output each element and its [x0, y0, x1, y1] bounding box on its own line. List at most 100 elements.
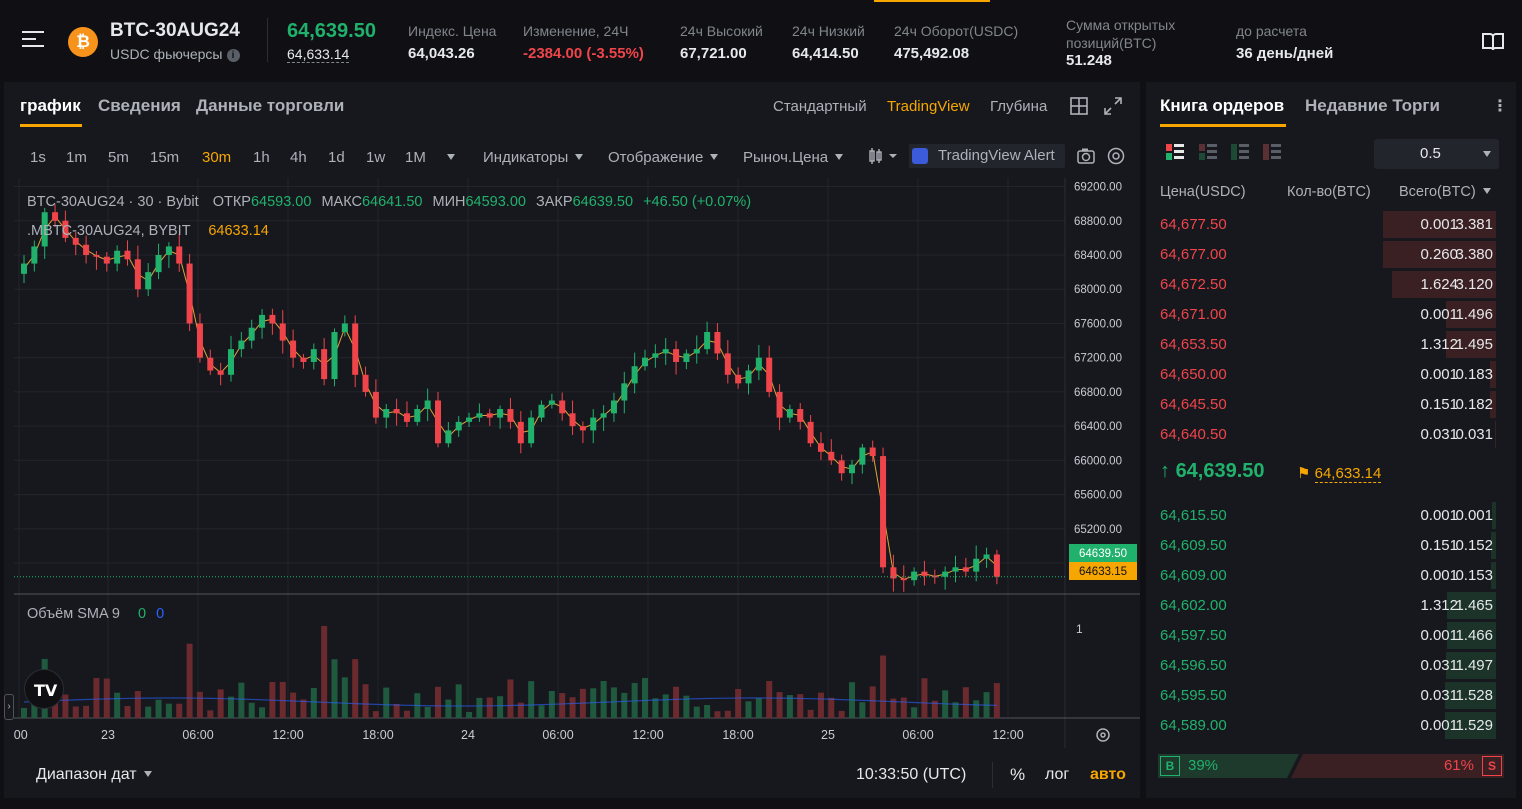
timeframe-15m[interactable]: 15m: [150, 149, 179, 166]
timeframe-5m[interactable]: 5m: [108, 149, 129, 166]
candle-body: [693, 349, 700, 354]
volume-bar: [321, 625, 328, 718]
bid-price: 64,609.00: [1160, 567, 1227, 584]
tab-chart[interactable]: график: [20, 96, 81, 116]
tradingview-alert-button[interactable]: TradingView Alert: [909, 144, 1065, 168]
candle-body: [590, 417, 597, 431]
book-icon[interactable]: [1481, 31, 1505, 56]
bid-row[interactable]: 64,595.50 0.031 1.528: [1146, 681, 1516, 711]
date-range-dropdown[interactable]: Диапазон дат: [36, 766, 152, 784]
volume-bar: [652, 698, 659, 718]
volume-bar: [662, 694, 669, 718]
bid-row[interactable]: 64,597.50 0.001 1.466: [1146, 621, 1516, 651]
volume-bar: [735, 688, 742, 718]
timeframe-1s[interactable]: 1s: [30, 149, 46, 166]
accent-line: [874, 0, 990, 2]
ask-row[interactable]: 64,645.50 0.151 0.182: [1146, 390, 1516, 420]
candle-body: [797, 409, 804, 422]
ask-row[interactable]: 64,653.50 1.312 1.495: [1146, 330, 1516, 360]
view-standard[interactable]: Стандартный: [773, 98, 867, 115]
indicators-dropdown[interactable]: Индикаторы: [483, 149, 583, 166]
volume-bar: [993, 683, 1000, 718]
volume-bar: [300, 699, 307, 718]
timeframe-1d[interactable]: 1d: [328, 149, 345, 166]
orderbook-mark-price-value: 64,633.14: [1314, 465, 1382, 483]
book-view-bids-icon[interactable]: [1231, 144, 1249, 163]
book-view-split-icon[interactable]: [1199, 144, 1217, 163]
tab-order-book[interactable]: Книга ордеров: [1160, 96, 1284, 116]
col-price-header: Цена(USDC): [1160, 184, 1246, 200]
legend-high-label: МАКС: [321, 194, 362, 210]
grid-layout-icon[interactable]: [1070, 97, 1088, 118]
collapse-toggle-icon[interactable]: ›: [4, 694, 14, 720]
gear-icon[interactable]: [1096, 728, 1110, 742]
tradingview-logo[interactable]: 𝗧𝗩: [24, 669, 64, 709]
ask-row[interactable]: 64,672.50 1.624 3.120: [1146, 270, 1516, 300]
ask-row[interactable]: 64,640.50 0.031 0.031: [1146, 420, 1516, 450]
auto-scale-toggle[interactable]: авто: [1090, 766, 1126, 784]
ask-total: 0.183: [1455, 366, 1493, 383]
camera-icon[interactable]: [1077, 148, 1095, 167]
ask-price: 64,653.50: [1160, 336, 1227, 353]
volume-bar: [828, 697, 835, 718]
menu-icon[interactable]: [22, 31, 44, 49]
more-options-icon[interactable]: ⋮: [1492, 96, 1508, 116]
y-tick-label: 66800.00: [1074, 387, 1122, 399]
bid-qty: 0.001: [1420, 567, 1458, 584]
bid-row[interactable]: 64,609.00 0.001 0.153: [1146, 561, 1516, 591]
bid-row[interactable]: 64,615.50 0.001 0.001: [1146, 501, 1516, 531]
display-dropdown[interactable]: Отображение: [608, 149, 718, 166]
candle-body: [538, 404, 545, 418]
book-view-asks-icon[interactable]: [1263, 144, 1281, 163]
bid-qty: 0.001: [1420, 717, 1458, 734]
tab-trading-data[interactable]: Данные торговли: [196, 96, 344, 116]
tab-recent-trades[interactable]: Недавние Торги: [1305, 96, 1440, 116]
bid-row[interactable]: 64,602.00 1.312 1.465: [1146, 591, 1516, 621]
timeframe-1M[interactable]: 1M: [405, 149, 455, 166]
timeframe-4h[interactable]: 4h: [290, 149, 307, 166]
price-type-dropdown[interactable]: Рыноч.Цена: [743, 149, 843, 166]
ask-row[interactable]: 64,677.00 0.260 3.380: [1146, 240, 1516, 270]
view-depth[interactable]: Глубина: [990, 98, 1047, 115]
expand-icon[interactable]: [1104, 97, 1122, 118]
timeframe-1m[interactable]: 1m: [66, 149, 87, 166]
timeframe-1M-label: 1M: [405, 149, 426, 166]
symbol-title[interactable]: BTC-30AUG24: [110, 20, 240, 42]
col-total-header[interactable]: Всего(BTC): [1399, 184, 1491, 200]
price-chart[interactable]: 69200.00 68800.00 68400.00 68000.00 67600.00…: [14, 178, 1140, 798]
ask-row[interactable]: 64,671.00 0.001 1.496: [1146, 300, 1516, 330]
mark-price-tag-text: 64633.15: [1079, 566, 1127, 578]
timeframe-30m[interactable]: 30m: [202, 149, 231, 166]
candle-body: [683, 353, 690, 362]
volume-bar: [869, 686, 876, 718]
settings-gear-icon[interactable]: [1107, 147, 1125, 168]
view-tradingview[interactable]: TradingView: [887, 98, 970, 115]
candle-body: [435, 400, 441, 444]
bid-total: 1.528: [1455, 687, 1493, 704]
bid-row[interactable]: 64,596.50 0.031 1.497: [1146, 651, 1516, 681]
candle-body: [973, 558, 980, 572]
ask-row[interactable]: 64,650.00 0.001 0.183: [1146, 360, 1516, 390]
candle-type-icon[interactable]: [868, 148, 900, 167]
bid-row[interactable]: 64,589.00 0.001 1.529: [1146, 711, 1516, 741]
info-icon[interactable]: i: [226, 49, 240, 62]
timeframe-1w[interactable]: 1w: [366, 149, 385, 166]
alarm-clock-icon: [912, 148, 928, 164]
candle-body: [383, 409, 390, 418]
ask-row[interactable]: 64,677.50 0.001 3.381: [1146, 210, 1516, 240]
percent-scale-toggle[interactable]: %: [1010, 765, 1025, 785]
precision-select[interactable]: 0.5: [1374, 139, 1499, 169]
log-scale-toggle[interactable]: лог: [1045, 766, 1069, 784]
volume-bar: [93, 678, 100, 718]
timeframe-1h[interactable]: 1h: [253, 149, 270, 166]
book-view-both-icon[interactable]: [1166, 144, 1184, 163]
legend-close-value: 64639.50: [572, 194, 634, 210]
orderbook-mark-price: ⚑ 64,633.14: [1297, 464, 1382, 483]
bid-row[interactable]: 64,609.50 0.151 0.152: [1146, 531, 1516, 561]
candle-body: [869, 447, 876, 457]
bid-price: 64,602.00: [1160, 597, 1227, 614]
chart-panel: график Сведения Данные торговли Стандарт…: [4, 82, 1140, 798]
volume-bar: [372, 711, 379, 718]
stat-turnover-24h: 24ч Оборот(USDC) 475,492.08: [894, 23, 1018, 62]
tab-details[interactable]: Сведения: [98, 96, 181, 116]
